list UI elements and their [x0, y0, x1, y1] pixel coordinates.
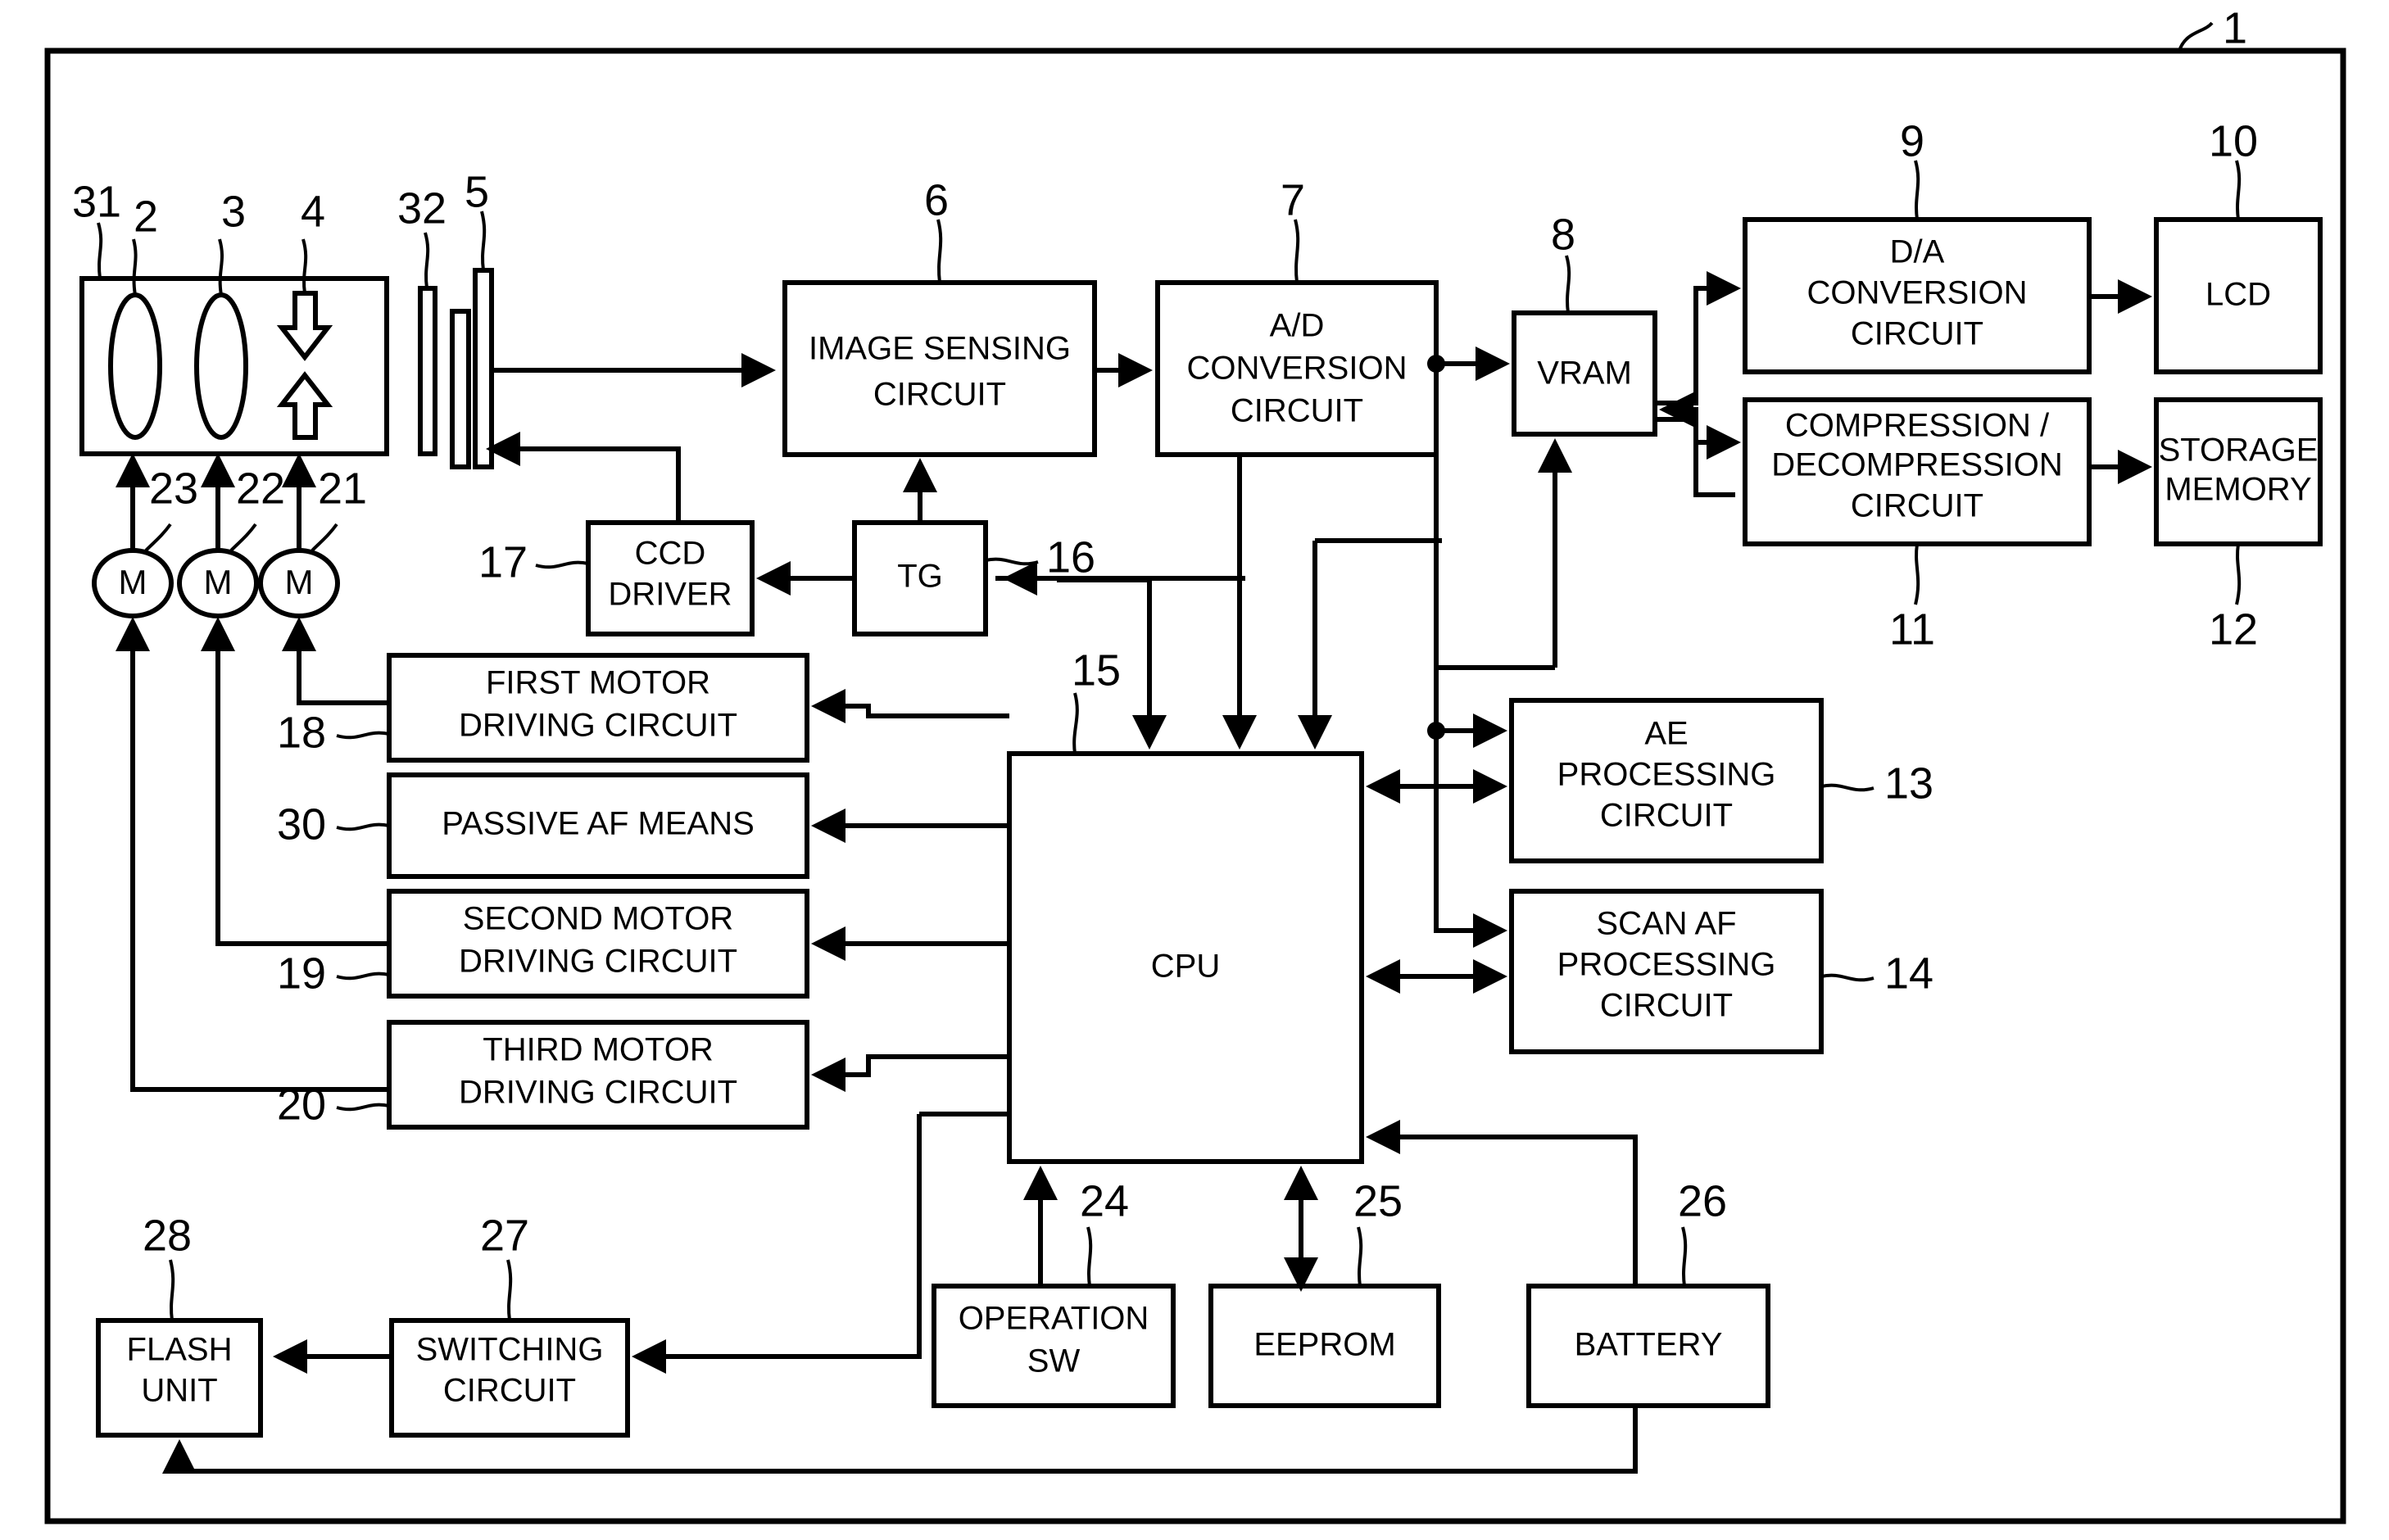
block-flash-unit-line-0: FLASH — [127, 1332, 233, 1368]
leader-line-32 — [424, 232, 430, 289]
ref-numeral-2: 2 — [134, 192, 158, 241]
ref-numeral-30: 30 — [277, 799, 326, 849]
ref-numeral-12: 12 — [2209, 605, 2258, 654]
leader-line-25 — [1357, 1226, 1363, 1287]
block-diagram-canvas: 1 31 2 3 4 32 5 M M M 23 22 21 IMAGE SEN… — [44, 3, 2346, 1524]
leader-line-8 — [1565, 255, 1571, 314]
block-ad-conversion-line-2: CIRCUIT — [1231, 393, 1363, 429]
zoom-lens-element — [108, 292, 162, 440]
ref-numeral-15: 15 — [1072, 645, 1121, 695]
leader-line-10 — [2235, 160, 2242, 220]
block-ccd-driver-line-1: DRIVER — [608, 577, 732, 613]
block-ae-line-2: CIRCUIT — [1600, 798, 1733, 834]
leader-line-1 — [2178, 21, 2214, 52]
block-flash-unit-line-1: UNIT — [141, 1373, 217, 1409]
block-first-motor-line-1: DRIVING CIRCUIT — [459, 708, 737, 744]
block-eeprom-label: EEPROM — [1253, 1327, 1395, 1363]
block-storage-memory-line-0: STORAGE — [2159, 433, 2319, 469]
block-ae-line-0: AE — [1644, 716, 1688, 752]
block-compression-line-0: COMPRESSION / — [1785, 408, 2050, 444]
ref-numeral-23: 23 — [149, 464, 198, 513]
block-switching-line-1: CIRCUIT — [443, 1373, 576, 1409]
block-second-motor-line-0: SECOND MOTOR — [463, 901, 733, 937]
block-operation-sw-line-1: SW — [1027, 1343, 1081, 1379]
ref-numeral-31: 31 — [72, 177, 121, 226]
block-scan-af-line-2: CIRCUIT — [1600, 988, 1733, 1024]
leader-line-4 — [301, 238, 308, 294]
block-ad-conversion-line-0: A/D — [1270, 308, 1325, 344]
block-third-motor-line-1: DRIVING CIRCUIT — [459, 1075, 737, 1111]
block-ad-conversion-line-1: CONVERSION — [1187, 351, 1408, 387]
block-image-sensing-circuit — [782, 280, 1097, 457]
ref-numeral-28: 28 — [143, 1211, 192, 1260]
ref-numeral-27: 27 — [480, 1211, 529, 1260]
block-compression-line-1: DECOMPRESSION — [1771, 447, 2063, 483]
ref-numeral-10: 10 — [2209, 116, 2258, 165]
block-vram-label: VRAM — [1537, 356, 1632, 392]
block-image-sensing-circuit-line-1: CIRCUIT — [873, 377, 1006, 413]
leader-line-9 — [1914, 160, 1920, 220]
leader-line-2 — [132, 238, 138, 296]
block-battery-label: BATTERY — [1575, 1327, 1723, 1363]
block-cpu-label: CPU — [1151, 949, 1220, 985]
ref-numeral-21: 21 — [318, 464, 367, 513]
leader-line-3 — [218, 238, 224, 296]
ref-numeral-17: 17 — [478, 537, 528, 587]
ref-numeral-16: 16 — [1046, 532, 1095, 582]
ref-numeral-4: 4 — [301, 187, 325, 236]
motor-1-label: M — [285, 563, 314, 601]
block-image-sensing-circuit-line-0: IMAGE SENSING — [809, 331, 1071, 367]
block-ae-line-1: PROCESSING — [1557, 757, 1776, 793]
block-storage-memory-line-1: MEMORY — [2165, 472, 2311, 508]
leader-line-24 — [1086, 1226, 1093, 1287]
block-da-conversion-line-0: D/A — [1890, 234, 1945, 270]
ref-numeral-19: 19 — [277, 949, 326, 998]
focus-lens-element — [194, 292, 248, 440]
ref-numeral-24: 24 — [1080, 1176, 1129, 1225]
ref-numeral-6: 6 — [924, 175, 949, 224]
block-second-motor-line-1: DRIVING CIRCUIT — [459, 944, 737, 980]
ref-numeral-25: 25 — [1353, 1176, 1403, 1225]
leader-line-6 — [936, 219, 943, 283]
ref-numeral-3: 3 — [221, 187, 246, 236]
ref-numeral-32: 32 — [397, 183, 447, 233]
optical-low-pass-filter — [418, 286, 437, 456]
block-first-motor-line-0: FIRST MOTOR — [486, 665, 710, 701]
ref-numeral-11: 11 — [1889, 605, 1935, 654]
ref-numeral-1: 1 — [2223, 3, 2247, 52]
block-tg-label: TG — [897, 559, 943, 595]
ref-numeral-22: 22 — [236, 464, 285, 513]
ref-numeral-18: 18 — [277, 708, 326, 757]
block-da-conversion-line-2: CIRCUIT — [1851, 316, 1983, 352]
ref-numeral-8: 8 — [1551, 210, 1575, 259]
ref-numeral-14: 14 — [1884, 949, 1933, 998]
block-ccd-driver-line-0: CCD — [635, 536, 706, 572]
patent-figure: 1 31 2 3 4 32 5 M M M 23 22 21 IMAGE SEN… — [0, 0, 2389, 1540]
ref-numeral-9: 9 — [1900, 116, 1924, 165]
motor-3-label: M — [119, 563, 147, 601]
ccd-sensor-base — [450, 309, 471, 469]
block-lcd-label: LCD — [2205, 277, 2271, 313]
block-switching-line-0: SWITCHING — [416, 1332, 604, 1368]
ccd-sensor — [473, 268, 494, 469]
block-scan-af-line-0: SCAN AF — [1596, 906, 1736, 942]
ref-numeral-13: 13 — [1884, 759, 1933, 808]
block-operation-sw-line-0: OPERATION — [959, 1301, 1149, 1337]
ref-numeral-7: 7 — [1281, 175, 1305, 224]
leader-line-26 — [1681, 1226, 1688, 1287]
block-da-conversion-line-1: CONVERSION — [1807, 275, 2028, 311]
leader-line-7 — [1294, 219, 1300, 283]
leader-line-31 — [97, 222, 103, 279]
block-scan-af-line-1: PROCESSING — [1557, 947, 1776, 983]
block-third-motor-line-0: THIRD MOTOR — [483, 1032, 713, 1068]
ref-numeral-26: 26 — [1678, 1176, 1727, 1225]
block-passive-af-label: PASSIVE AF MEANS — [442, 806, 755, 842]
ref-numeral-5: 5 — [465, 167, 489, 216]
block-compression-line-2: CIRCUIT — [1851, 488, 1983, 524]
motor-2-label: M — [204, 563, 233, 601]
